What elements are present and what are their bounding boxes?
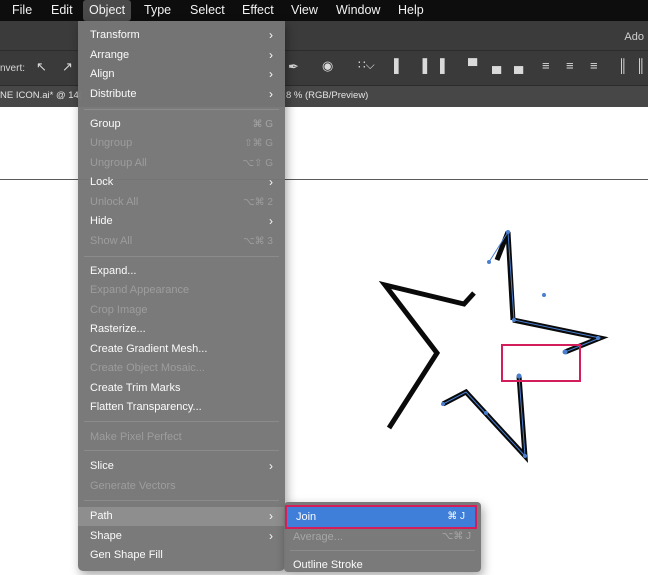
anchor-point xyxy=(484,411,488,415)
menu-item-label: Group xyxy=(90,118,121,130)
menu-item-shortcut: ⌥⌘ 2 xyxy=(243,197,273,208)
menu-item-label: Slice xyxy=(90,460,114,472)
menu-item-rasterize[interactable]: Rasterize... xyxy=(78,320,285,339)
menu-item-show-all: Show All ⌥⌘ 3 xyxy=(78,232,285,251)
menu-item-label: Make Pixel Perfect xyxy=(90,431,182,443)
chevron-right-icon: › xyxy=(269,87,273,101)
menu-separator xyxy=(290,550,475,551)
menu-item-label: Transform xyxy=(90,29,140,41)
chevron-right-icon: › xyxy=(269,67,273,81)
menu-item-generate-vectors: Generate Vectors xyxy=(78,477,285,496)
menu-item-arrange[interactable]: Arrange › xyxy=(78,46,285,65)
menu-item-shortcut: ⇧⌘ G xyxy=(244,138,273,149)
anchor-point xyxy=(523,454,527,458)
menu-item-shortcut: ⌘ G xyxy=(252,119,273,130)
menu-item-label: Rasterize... xyxy=(90,323,146,335)
menu-item-label: Shape xyxy=(90,530,122,542)
menu-item-label: Path xyxy=(90,510,113,522)
menu-item-label: Join xyxy=(296,511,317,523)
menu-item-label: Crop Image xyxy=(90,304,148,316)
chevron-right-icon: › xyxy=(269,175,273,189)
menu-separator xyxy=(84,256,279,257)
star-right-arm xyxy=(512,317,609,355)
menu-separator xyxy=(84,109,279,110)
anchor-point xyxy=(506,230,510,234)
submenu-item-join[interactable]: Join ⌘ J xyxy=(285,505,477,529)
menu-item-label: Gen Shape Fill xyxy=(90,549,163,561)
menu-item-label: Arrange xyxy=(90,49,130,61)
anchor-point xyxy=(596,336,600,340)
chevron-right-icon: › xyxy=(269,459,273,473)
chevron-right-icon: › xyxy=(269,214,273,228)
menu-item-label: Create Gradient Mesh... xyxy=(90,343,208,355)
menu-separator xyxy=(84,500,279,501)
menu-separator xyxy=(84,421,279,422)
menu-item-hide[interactable]: Hide › xyxy=(78,212,285,231)
menu-item-label: Create Trim Marks xyxy=(90,382,181,394)
menu-item-slice[interactable]: Slice › xyxy=(78,457,285,476)
menu-item-shortcut: ⌘ J xyxy=(447,511,465,522)
menu-item-shortcut: ⌥⌘ J xyxy=(441,531,471,542)
menu-item-label: Unlock All xyxy=(90,196,139,208)
menu-item-label: Average... xyxy=(293,531,343,543)
menu-item-create-gradient-mesh[interactable]: Create Gradient Mesh... xyxy=(78,340,285,359)
chevron-right-icon: › xyxy=(269,529,273,543)
menu-item-group[interactable]: Group ⌘ G xyxy=(78,115,285,134)
menu-item-align[interactable]: Align › xyxy=(78,65,285,84)
menu-item-expand-appearance: Expand Appearance xyxy=(78,281,285,300)
menu-item-expand[interactable]: Expand... xyxy=(78,262,285,281)
submenu-item-outline-stroke[interactable]: Outline Stroke xyxy=(284,555,481,575)
menu-item-label: Expand... xyxy=(90,265,137,277)
star-left-arm xyxy=(378,280,476,430)
chevron-right-icon: › xyxy=(269,509,273,523)
menu-item-ungroup-all: Ungroup All ⌥⇧ G xyxy=(78,154,285,173)
menu-item-label: Hide xyxy=(90,215,113,227)
menu-item-label: Create Object Mosaic... xyxy=(90,362,205,374)
menu-separator xyxy=(84,450,279,451)
anchor-point xyxy=(441,402,445,406)
menu-item-shortcut: ⌥⌘ 3 xyxy=(243,236,273,247)
menu-item-shape[interactable]: Shape › xyxy=(78,527,285,546)
menu-item-lock[interactable]: Lock › xyxy=(78,173,285,192)
menu-item-create-trim-marks[interactable]: Create Trim Marks xyxy=(78,379,285,398)
anchor-point xyxy=(562,349,568,355)
menu-item-make-pixel-perfect: Make Pixel Perfect xyxy=(78,428,285,447)
star-bottom-left xyxy=(441,375,529,463)
chevron-right-icon: › xyxy=(269,28,273,42)
menu-item-label: Ungroup xyxy=(90,137,133,149)
menu-item-transform[interactable]: Transform › xyxy=(78,26,285,45)
submenu-item-average: Average... ⌥⌘ J xyxy=(284,527,481,547)
menu-item-path[interactable]: Path › xyxy=(78,507,285,526)
anchor-point xyxy=(512,318,516,322)
menu-item-distribute[interactable]: Distribute › xyxy=(78,85,285,104)
menu-item-label: Ungroup All xyxy=(90,157,147,169)
menu-item-label: Align xyxy=(90,68,115,80)
menu-item-flatten-transparency[interactable]: Flatten Transparency... xyxy=(78,398,285,417)
menu-item-gen-shape-fill[interactable]: Gen Shape Fill xyxy=(78,546,285,565)
anchor-point xyxy=(516,373,522,379)
menu-item-shortcut: ⌥⇧ G xyxy=(242,158,273,169)
chevron-right-icon: › xyxy=(269,48,273,62)
menu-item-label: Lock xyxy=(90,176,114,188)
menu-item-crop-image: Crop Image xyxy=(78,301,285,320)
menu-item-create-object-mosaic: Create Object Mosaic... xyxy=(78,359,285,378)
menu-item-label: Show All xyxy=(90,235,133,247)
menu-item-label: Expand Appearance xyxy=(90,284,190,296)
menu-item-label: Flatten Transparency... xyxy=(90,401,202,413)
menu-item-label: Outline Stroke xyxy=(293,559,363,571)
path-submenu: Join ⌘ J Average... ⌥⌘ J Outline Stroke xyxy=(284,502,481,572)
menu-item-label: Distribute xyxy=(90,88,137,100)
anchor-point xyxy=(487,260,491,264)
menu-item-ungroup: Ungroup ⇧⌘ G xyxy=(78,134,285,153)
menu-item-unlock-all: Unlock All ⌥⌘ 2 xyxy=(78,193,285,212)
menu-item-label: Generate Vectors xyxy=(90,480,176,492)
anchor-point xyxy=(542,293,546,297)
object-menu: Transform › Arrange › Align › Distribute › G… xyxy=(78,21,285,571)
